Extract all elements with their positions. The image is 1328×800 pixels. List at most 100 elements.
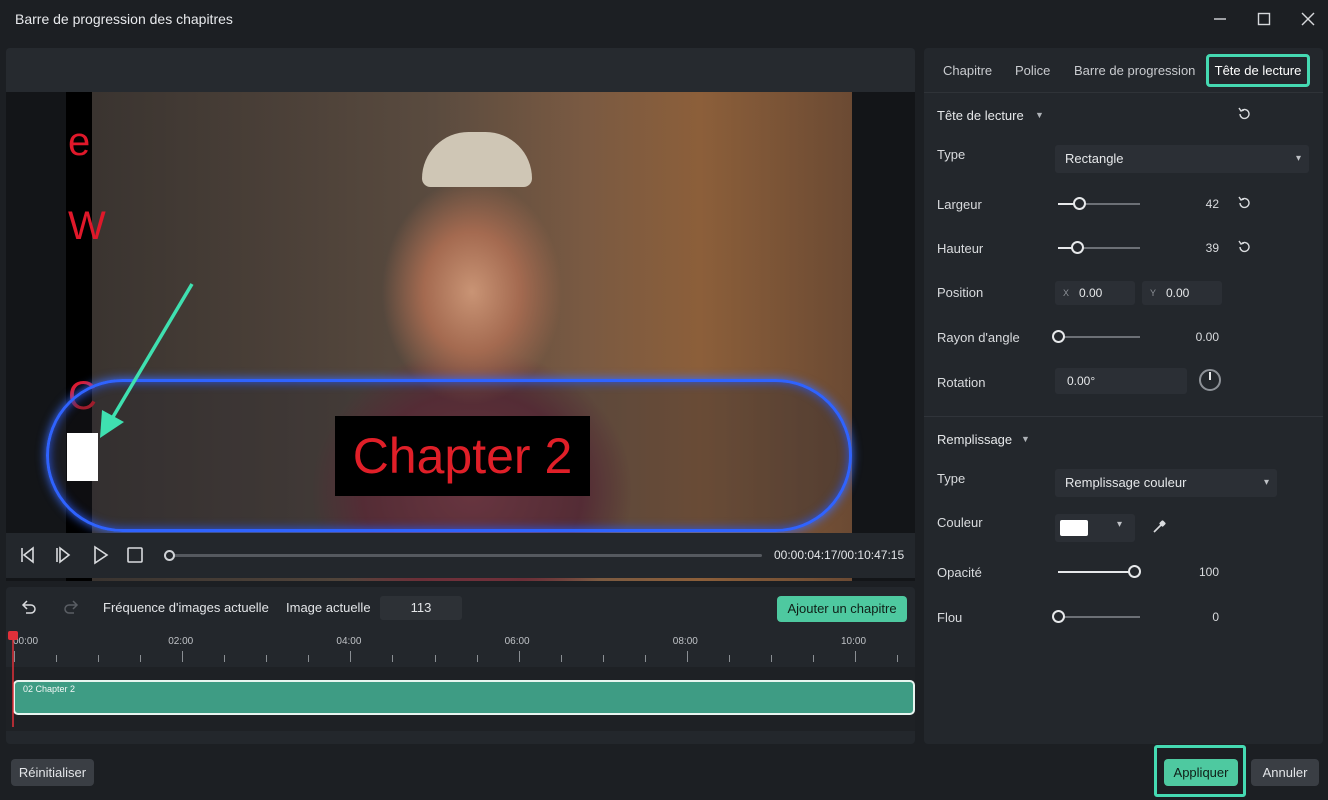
position-x-field[interactable]: X 0.00 <box>1055 281 1135 305</box>
timecode: 00:00:04:17/00:10:47:15 <box>774 548 905 562</box>
cancel-button[interactable]: Annuler <box>1251 759 1319 786</box>
timeline-panel: Fréquence d'images actuelle Image actuel… <box>6 587 915 744</box>
fill-type-select[interactable]: Remplissage couleur ▾ <box>1055 469 1277 497</box>
chapter-clip[interactable]: 02 Chapter 2 <box>13 680 915 715</box>
window-title: Barre de progression des chapitres <box>15 11 233 27</box>
slider-knob[interactable] <box>1070 241 1084 254</box>
blur-slider[interactable] <box>1052 610 1140 623</box>
undo-icon[interactable] <box>18 598 38 618</box>
caret-down-icon[interactable]: ▼ <box>1035 110 1044 120</box>
playback-progress-bar[interactable] <box>164 550 762 561</box>
tab-chapitre[interactable]: Chapitre <box>943 63 992 78</box>
properties-panel: Chapitre Police Barre de progression Têt… <box>924 48 1323 744</box>
width-slider[interactable] <box>1058 197 1140 210</box>
timeline-playhead[interactable] <box>7 631 19 727</box>
section-divider <box>924 416 1323 417</box>
axis-y-label: Y <box>1150 288 1157 298</box>
ruler-label: 02:00 <box>168 636 194 647</box>
reset-icon[interactable] <box>1237 196 1251 210</box>
color-swatch <box>1060 520 1088 536</box>
reset-icon[interactable] <box>1237 107 1251 121</box>
blur-value: 0 <box>1212 610 1219 624</box>
ruler-tick <box>897 655 899 662</box>
type-label: Type <box>937 147 966 162</box>
ruler-tick <box>224 655 226 662</box>
preview-panel: e W C Chapter 2 <box>6 48 915 581</box>
radius-value: 0.00 <box>1195 330 1219 344</box>
minimize-icon[interactable] <box>1206 8 1234 30</box>
ruler-tick <box>476 655 478 662</box>
chevron-down-icon: ▾ <box>1263 477 1269 488</box>
ruler-tick <box>140 655 142 662</box>
ruler-tick <box>728 655 730 662</box>
radius-slider[interactable] <box>1052 330 1140 343</box>
tab-bar: Chapitre Police Barre de progression Têt… <box>924 48 1323 93</box>
rotation-dial-icon[interactable] <box>1199 369 1221 391</box>
color-picker[interactable]: ▾ <box>1055 514 1135 542</box>
fill-section-title[interactable]: Remplissage <box>937 432 1012 447</box>
position-x-value: 0.00 <box>1079 286 1103 300</box>
reset-button[interactable]: Réinitialiser <box>11 759 94 786</box>
eyedropper-icon[interactable] <box>1151 519 1167 535</box>
step-forward-icon[interactable] <box>54 545 74 565</box>
position-label: Position <box>937 285 984 300</box>
playhead-type-value: Rectangle <box>1065 151 1124 166</box>
video-preview: e W C Chapter 2 <box>6 92 915 581</box>
ruler-tick <box>56 655 58 662</box>
slider-knob[interactable] <box>1052 610 1065 623</box>
add-chapter-button[interactable]: Ajouter un chapitre <box>777 596 907 622</box>
ruler-tick <box>392 655 394 662</box>
ruler-tick <box>602 655 604 662</box>
slider-knob[interactable] <box>1128 565 1141 578</box>
current-frame-label: Image actuelle <box>286 600 371 615</box>
preview-header <box>6 48 915 92</box>
tab-police[interactable]: Police <box>1015 63 1050 78</box>
ruler-tick <box>266 655 268 662</box>
height-slider[interactable] <box>1058 241 1140 254</box>
rotation-field[interactable]: 0.00° <box>1055 368 1187 394</box>
ruler-tick <box>350 651 352 662</box>
close-icon[interactable] <box>1294 8 1322 30</box>
ruler-tick <box>434 655 436 662</box>
fill-type-label: Type <box>937 471 966 486</box>
progress-knob[interactable] <box>164 550 175 561</box>
redo-icon[interactable] <box>62 598 82 618</box>
height-value: 39 <box>1205 241 1219 255</box>
rotation-label: Rotation <box>937 375 986 390</box>
radius-label: Rayon d'angle <box>937 330 1020 345</box>
caret-down-icon[interactable]: ▼ <box>1021 434 1030 444</box>
apply-button[interactable]: Appliquer <box>1164 759 1238 786</box>
maximize-icon[interactable] <box>1250 8 1278 30</box>
step-back-icon[interactable] <box>18 545 38 565</box>
time-ruler[interactable]: 00:00 02:00 04:00 06:00 08:00 10:00 <box>6 631 915 665</box>
current-frame-field[interactable]: 113 <box>380 596 462 620</box>
position-y-value: 0.00 <box>1166 286 1190 300</box>
reset-icon[interactable] <box>1237 240 1251 254</box>
playhead-section-title[interactable]: Tête de lecture <box>937 108 1024 123</box>
play-icon[interactable] <box>90 545 110 565</box>
slider-knob[interactable] <box>1052 330 1065 343</box>
slider-knob[interactable] <box>1072 197 1086 210</box>
rotation-value: 0.00° <box>1067 374 1096 388</box>
ruler-tick <box>560 655 562 662</box>
ruler-label: 04:00 <box>336 636 362 647</box>
ruler-tick <box>770 655 772 662</box>
transport-bar: 00:00:04:17/00:10:47:15 <box>6 533 915 578</box>
tab-playhead[interactable]: Tête de lecture <box>1206 54 1310 87</box>
chapter-track: 02 Chapter 2 <box>6 667 915 731</box>
ruler-label: 10:00 <box>841 636 867 647</box>
stop-icon[interactable] <box>125 545 145 565</box>
position-y-field[interactable]: Y 0.00 <box>1142 281 1222 305</box>
width-label: Largeur <box>937 197 982 212</box>
ruler-label: 06:00 <box>504 636 530 647</box>
clip-label: 02 Chapter 2 <box>23 684 76 694</box>
opacity-slider[interactable] <box>1058 565 1141 578</box>
ruler-tick <box>644 655 646 662</box>
opacity-label: Opacité <box>937 565 982 580</box>
axis-x-label: X <box>1063 288 1070 298</box>
blur-label: Flou <box>937 610 963 625</box>
playhead-type-select[interactable]: Rectangle ▾ <box>1055 145 1309 173</box>
tab-progress-bar[interactable]: Barre de progression <box>1074 63 1195 78</box>
chevron-down-icon: ▾ <box>1117 519 1123 530</box>
ruler-tick <box>855 651 856 662</box>
